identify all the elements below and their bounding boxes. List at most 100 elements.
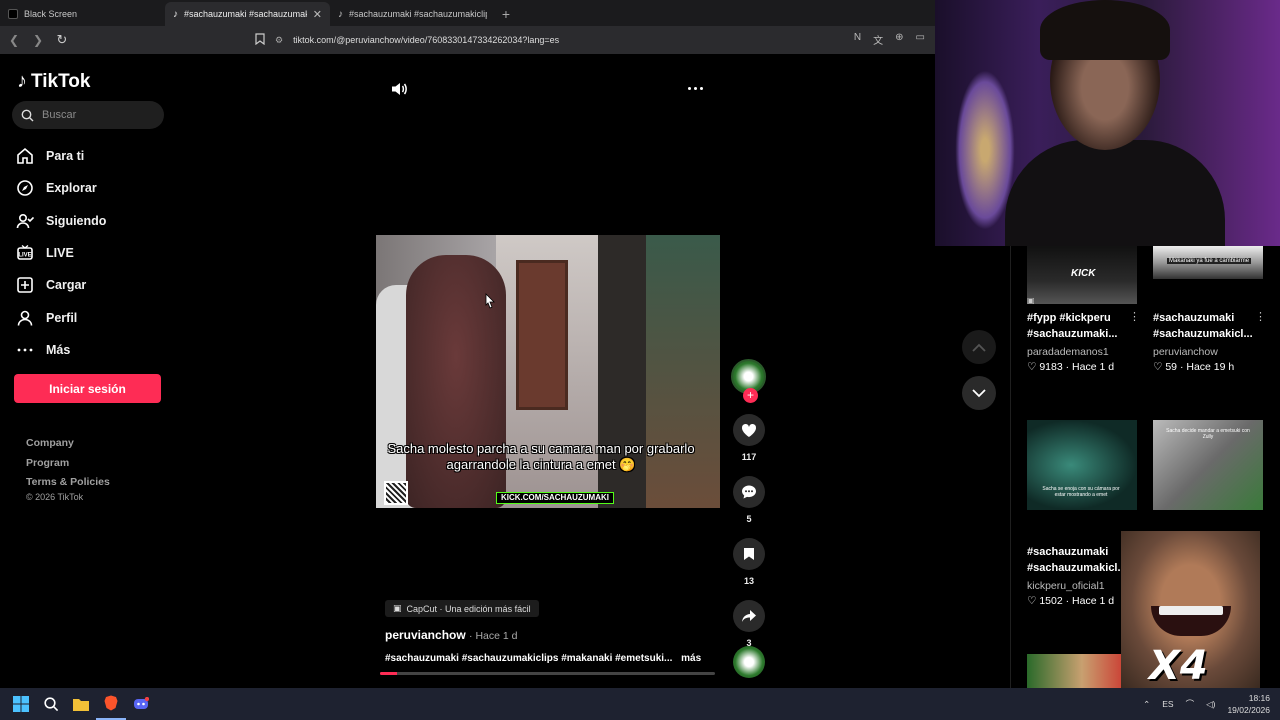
zoom-icon[interactable]: ⊕ — [895, 32, 903, 47]
previous-video-button[interactable] — [962, 330, 996, 364]
related-title[interactable]: #sachauzumaki #sachauzumakicl... — [1153, 310, 1271, 342]
video-author[interactable]: peruvianchow · Hace 1 d — [385, 628, 517, 642]
tab-tiktok-2[interactable]: ♪ #sachauzumaki #sachauzumakiclips # — [330, 2, 495, 26]
sidebar-item-cargar[interactable]: Cargar — [16, 269, 106, 301]
translate-icon[interactable]: 文 — [873, 32, 883, 47]
next-video-button[interactable] — [962, 376, 996, 410]
related-thumbnail[interactable]: KICK — [1027, 246, 1137, 304]
sidebar-item-label: Siguiendo — [46, 213, 107, 228]
clock[interactable]: 18:16 19/02/2026 — [1227, 692, 1270, 716]
search-icon — [21, 109, 34, 121]
more-link[interactable]: más — [681, 653, 701, 664]
video-progress-bar[interactable] — [380, 672, 715, 675]
tiktok-logo[interactable]: ♪ TikTok — [17, 70, 90, 93]
search-box[interactable] — [12, 101, 164, 129]
capcut-label: CapCut · Una edición más fácil — [406, 603, 531, 614]
back-arrow-icon[interactable]: ❮ — [4, 30, 24, 50]
heart-icon[interactable] — [733, 414, 765, 446]
clock-date: 19/02/2026 — [1227, 705, 1270, 715]
url-area: ⚙ tiktok.com/@peruvianchow/video/7608330… — [255, 30, 559, 50]
thumbnail-text: Sacha decide mandar a emetsuki con Zully — [1166, 428, 1250, 440]
follow-plus-icon[interactable]: + — [743, 388, 758, 403]
tab-black-screen[interactable]: Black Screen — [0, 2, 165, 26]
sidebar-item-para-ti[interactable]: Para ti — [16, 140, 106, 172]
network-icon[interactable]: ⌒ — [1186, 698, 1195, 710]
related-thumbnail[interactable]: Makanaki ya fue a cambiarme — [1153, 246, 1263, 279]
sidebar-item-mas[interactable]: Más — [16, 334, 106, 366]
sidebar-item-label: Explorar — [46, 181, 97, 196]
clock-time: 18:16 — [1248, 693, 1270, 703]
home-icon — [17, 148, 33, 164]
windows-start-icon[interactable] — [6, 688, 36, 720]
search-icon[interactable] — [36, 688, 66, 720]
card-more-icon[interactable]: ⋮ — [1255, 310, 1266, 323]
author-name: peruvianchow — [385, 628, 466, 642]
volume-icon[interactable]: ◁) — [1206, 699, 1215, 710]
volume-icon[interactable] — [390, 80, 408, 103]
next-author-avatar[interactable] — [733, 646, 765, 678]
video-scene — [516, 260, 568, 410]
sidebar-item-siguiendo[interactable]: Siguiendo — [16, 205, 106, 237]
forward-arrow-icon[interactable]: ❯ — [28, 30, 48, 50]
url-text[interactable]: tiktok.com/@peruvianchow/video/760833014… — [293, 35, 559, 45]
action-rail: + 117 5 13 3 — [731, 359, 767, 648]
related-likes: 1502 — [1039, 595, 1063, 607]
file-explorer-icon[interactable] — [66, 688, 96, 720]
heart-outline-icon: ♡ — [1153, 361, 1163, 373]
card-more-icon[interactable]: ⋮ — [1129, 310, 1140, 323]
discord-icon[interactable] — [126, 688, 156, 720]
brave-browser-icon[interactable] — [96, 688, 126, 720]
reader-mode-icon[interactable]: N — [854, 32, 861, 47]
capcut-badge[interactable]: ▣ CapCut · Una edición más fácil — [385, 600, 539, 617]
chevron-down-icon — [972, 388, 986, 397]
site-settings-icon[interactable]: ⚙ — [275, 35, 283, 46]
tab-tiktok-active[interactable]: ♪ #sachauzumaki #sachauzumakic ✕ — [165, 2, 330, 26]
show-hidden-icons[interactable]: ⌃ — [1143, 699, 1150, 710]
tiktok-favicon-icon: ♪ — [338, 8, 343, 20]
sidebar-item-explorar[interactable]: Explorar — [16, 172, 106, 204]
heart-outline-icon: ♡ — [1027, 361, 1037, 373]
input-language[interactable]: ES — [1162, 699, 1173, 709]
search-input[interactable] — [42, 109, 152, 121]
kick-watermark: KICK.COM/SACHAUZUMAKI — [496, 492, 614, 504]
compass-icon — [17, 180, 33, 197]
address-bar-tools: N 文 ⊕ ▭ — [854, 32, 925, 47]
heart-outline-icon: ♡ — [1027, 595, 1037, 607]
footer-link-program[interactable]: Program — [26, 454, 110, 474]
sidebar-item-label: LIVE — [46, 246, 74, 261]
related-stats: ♡ 9183 · Hace 1 d — [1027, 361, 1115, 373]
ellipsis-icon — [17, 348, 33, 352]
video-player[interactable]: Sacha molesto parcha a su camara man por… — [376, 235, 720, 508]
author-avatar[interactable]: + — [731, 359, 766, 403]
brand-name: TikTok — [31, 70, 91, 92]
cast-icon[interactable]: ▭ — [916, 32, 925, 47]
related-thumbnail[interactable]: Sacha se enoja con su cámara por estar m… — [1027, 420, 1137, 510]
related-likes: 9183 — [1039, 361, 1063, 373]
related-author[interactable]: kickperu_oficial1 — [1027, 580, 1105, 592]
comment-action[interactable]: 5 — [731, 476, 767, 524]
like-action[interactable]: 117 — [731, 414, 767, 462]
bookmark-icon[interactable] — [733, 538, 765, 570]
related-author[interactable]: paradademanos1 — [1027, 346, 1109, 358]
comment-icon[interactable] — [733, 476, 765, 508]
following-icon — [16, 213, 34, 228]
tab-close-icon[interactable]: ✕ — [313, 8, 322, 21]
sidebar-item-perfil[interactable]: Perfil — [16, 301, 106, 333]
footer-link-company[interactable]: Company — [26, 434, 110, 454]
footer-link-terms[interactable]: Terms & Policies — [26, 473, 110, 493]
related-title[interactable]: #fypp #kickperu #sachauzumaki... — [1027, 310, 1145, 342]
thumbnail-text: Makanaki ya fue a cambiarme — [1167, 258, 1252, 264]
share-icon[interactable] — [733, 600, 765, 632]
more-options-icon[interactable] — [688, 87, 703, 90]
related-author[interactable]: peruvianchow — [1153, 346, 1218, 358]
related-stats: ♡ 1502 · Hace 1 d — [1027, 595, 1115, 607]
bookmark-icon[interactable] — [255, 33, 265, 47]
sidebar-item-live[interactable]: LIVE LIVE — [16, 237, 106, 269]
reload-icon[interactable]: ↻ — [52, 30, 72, 50]
save-action[interactable]: 13 — [731, 538, 767, 586]
related-stats: ♡ 59 · Hace 19 h — [1153, 361, 1235, 373]
related-thumbnail[interactable]: Sacha decide mandar a emetsuki con Zully — [1153, 420, 1263, 510]
share-action[interactable]: 3 — [731, 600, 767, 648]
new-tab-button[interactable]: + — [495, 2, 517, 26]
login-button[interactable]: Iniciar sesión — [14, 374, 161, 403]
